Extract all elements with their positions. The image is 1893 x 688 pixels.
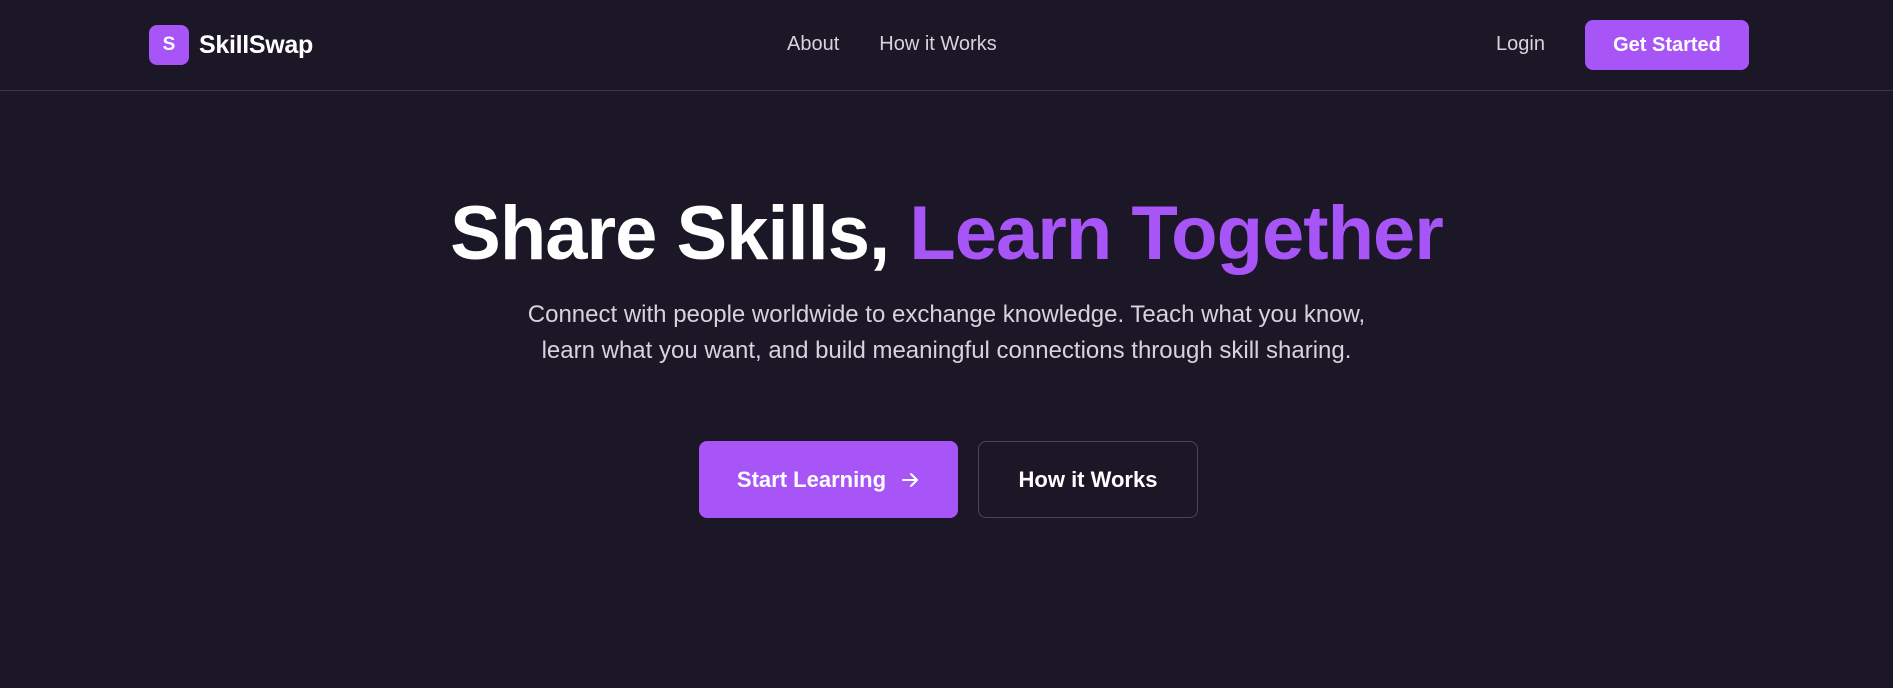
hero-title: Share Skills, Learn Together bbox=[0, 190, 1893, 278]
hero-title-plain: Share Skills, bbox=[450, 191, 910, 276]
get-started-button[interactable]: Get Started bbox=[1585, 20, 1749, 70]
hero-subtitle: Connect with people worldwide to exchang… bbox=[527, 301, 1366, 364]
nav-link-how-it-works[interactable]: How it Works bbox=[879, 33, 996, 56]
logo-letter: S bbox=[162, 34, 176, 55]
nav-links: About How it Works bbox=[787, 33, 997, 56]
how-it-works-button[interactable]: How it Works bbox=[978, 441, 1198, 518]
start-learning-button[interactable]: Start Learning bbox=[699, 441, 958, 518]
logo-mark: S bbox=[149, 25, 189, 65]
nav-link-about[interactable]: About bbox=[787, 33, 839, 56]
logo[interactable]: S SkillSwap bbox=[149, 25, 313, 65]
arrow-right-icon bbox=[900, 470, 920, 490]
start-learning-label: Start Learning bbox=[736, 466, 887, 492]
hero-title-accent: Learn Together bbox=[909, 191, 1444, 276]
login-link[interactable]: Login bbox=[1496, 33, 1545, 56]
brand-name: SkillSwap bbox=[199, 30, 314, 59]
top-navbar: S SkillSwap About How it Works Login Get… bbox=[0, 0, 1893, 91]
